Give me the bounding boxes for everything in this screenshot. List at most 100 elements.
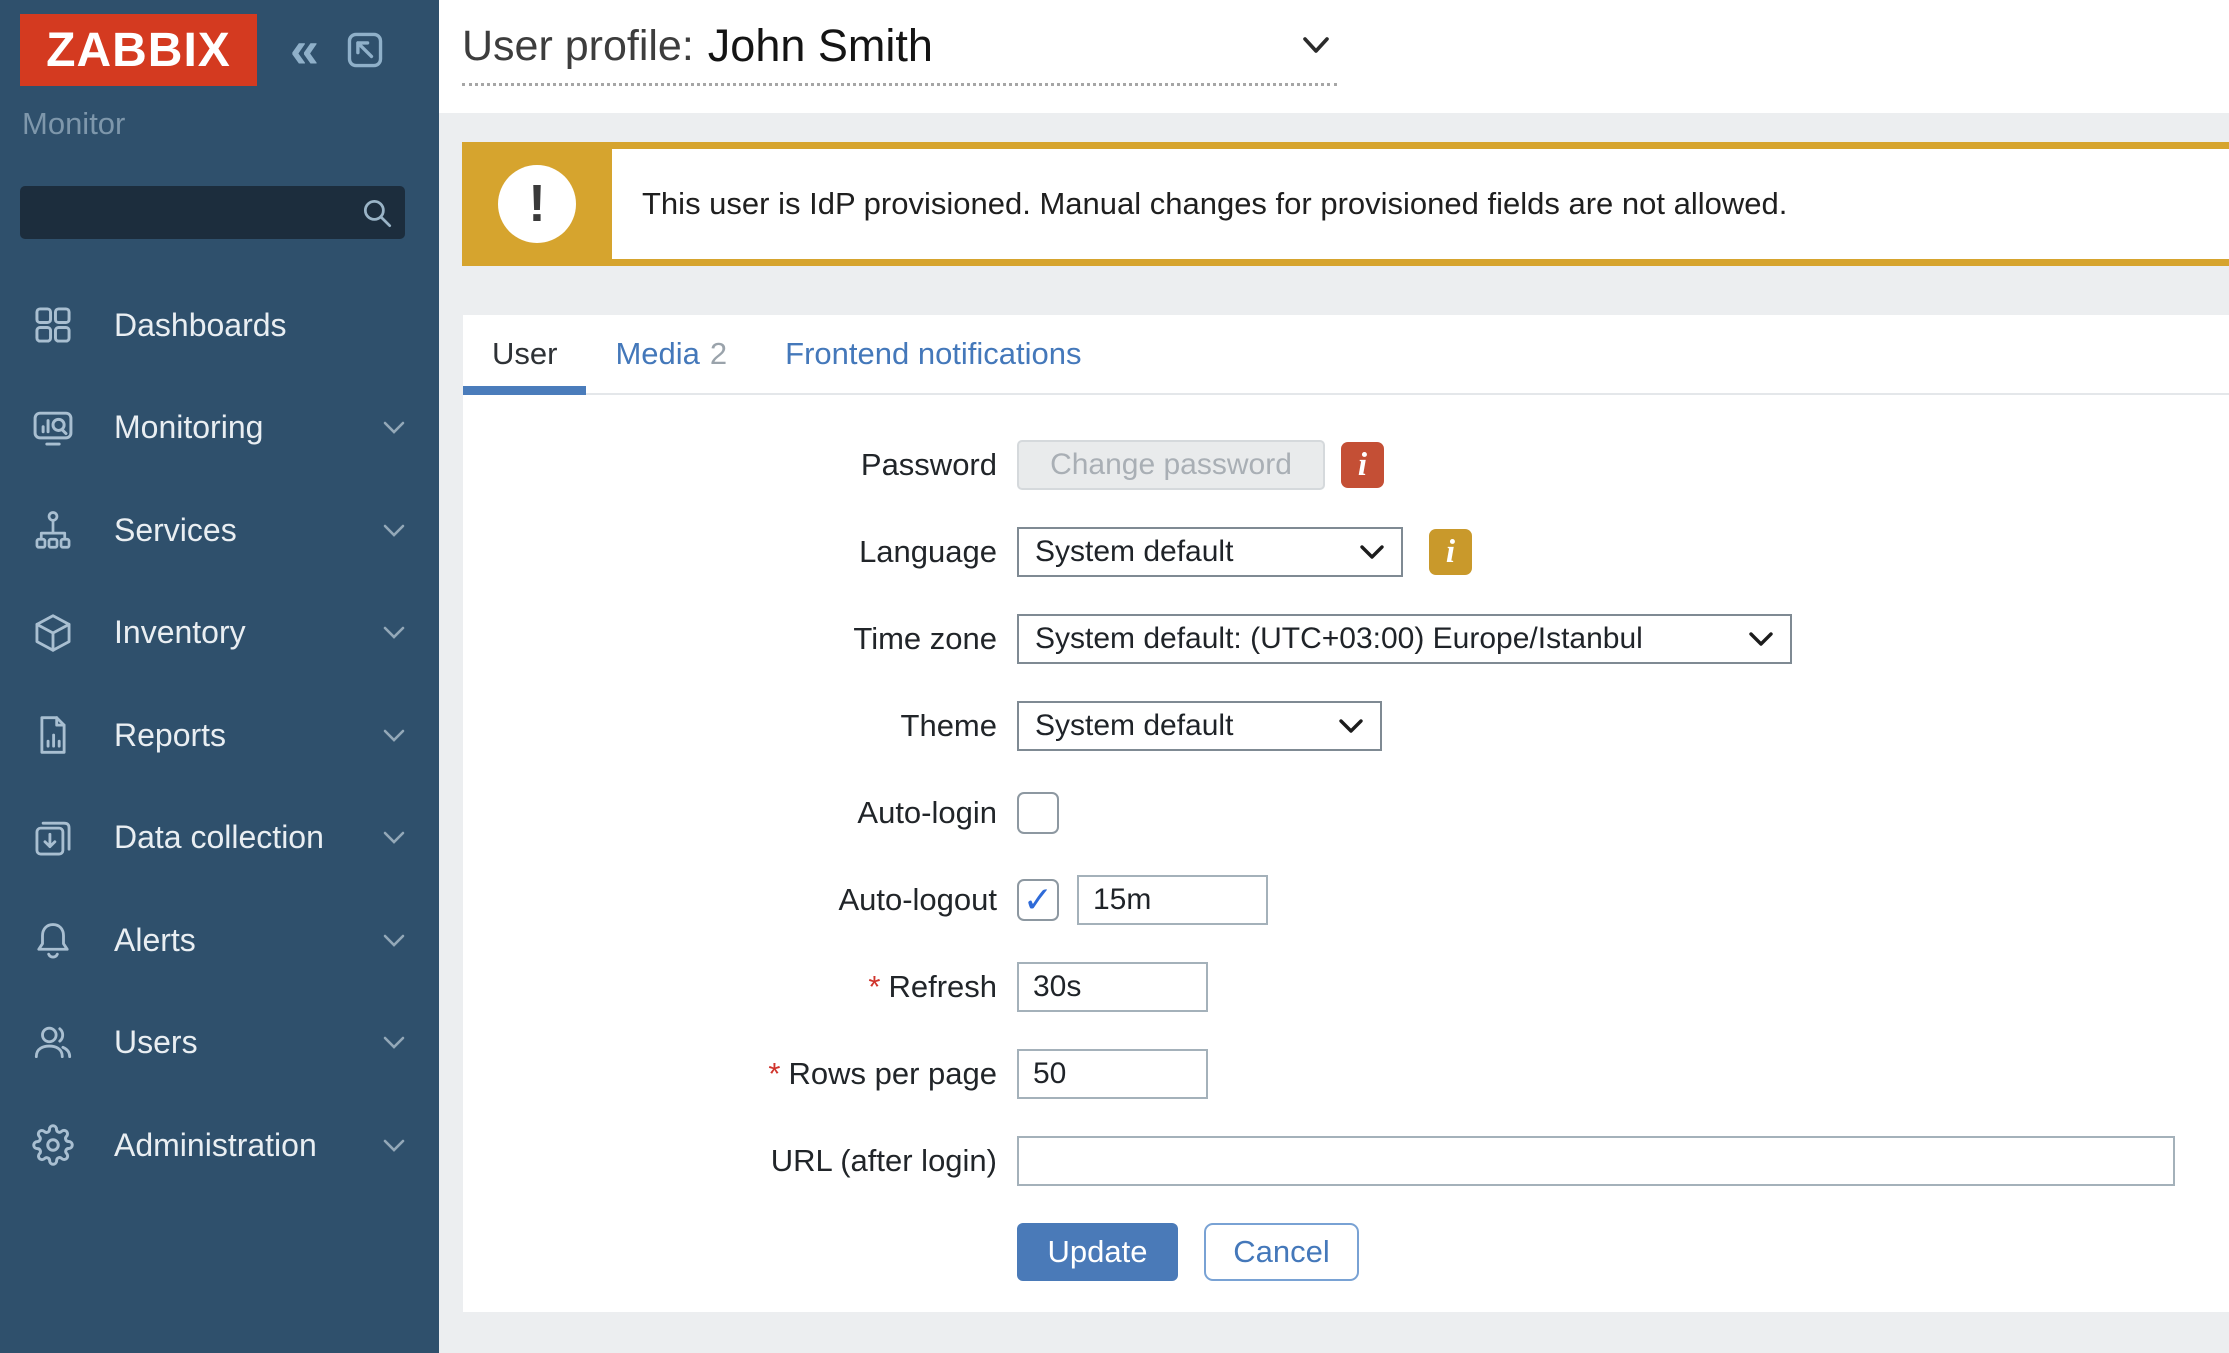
refresh-label-text: Refresh xyxy=(888,969,997,1004)
tab-bar: User Media 2 Frontend notifications xyxy=(463,315,2229,395)
sidebar-search xyxy=(20,186,405,239)
sidebar-item-label: Data collection xyxy=(114,819,324,856)
sidebar-item-monitoring[interactable]: Monitoring xyxy=(0,377,439,480)
cancel-button[interactable]: Cancel xyxy=(1204,1223,1359,1281)
timezone-label: Time zone xyxy=(463,621,997,657)
collapse-sidebar-icon[interactable]: « xyxy=(290,26,319,74)
page-title-prefix: User profile: xyxy=(462,22,694,71)
form-actions-row: Update Cancel xyxy=(463,1223,2229,1281)
url-row: URL (after login) xyxy=(463,1136,2229,1186)
select-chevron-icon xyxy=(1748,631,1774,647)
inventory-icon xyxy=(30,612,76,654)
autologin-row: Auto-login xyxy=(463,788,2229,838)
rows-per-page-label-text: Rows per page xyxy=(788,1056,997,1091)
chevron-down-icon xyxy=(383,729,405,742)
search-input[interactable] xyxy=(20,186,366,239)
sidebar-item-inventory[interactable]: Inventory xyxy=(0,582,439,685)
autologin-checkbox[interactable] xyxy=(1017,792,1059,834)
required-mark: * xyxy=(768,1056,780,1091)
sidebar-item-alerts[interactable]: Alerts xyxy=(0,889,439,992)
sidebar: ZABBIX « Monitor xyxy=(0,0,439,1353)
autologin-label: Auto-login xyxy=(463,795,997,831)
sidebar-server-name: Monitor xyxy=(22,106,125,142)
sidebar-item-reports[interactable]: Reports xyxy=(0,684,439,787)
autologout-label: Auto-logout xyxy=(463,882,997,918)
autologout-row: Auto-logout ✓ xyxy=(463,875,2229,925)
password-row: Password Change password i xyxy=(463,440,2229,490)
chevron-down-icon xyxy=(383,934,405,947)
language-select[interactable]: System default xyxy=(1017,527,1403,577)
sidebar-item-label: Administration xyxy=(114,1127,317,1164)
sidebar-item-users[interactable]: Users xyxy=(0,992,439,1095)
page-title-username: John Smith xyxy=(708,20,933,72)
sidebar-menu: Dashboards Monitoring xyxy=(0,274,439,1197)
refresh-label: *Refresh xyxy=(463,969,997,1005)
sidebar-item-label: Inventory xyxy=(114,614,246,651)
sidebar-item-label: Services xyxy=(114,512,237,549)
chevron-down-icon xyxy=(383,1036,405,1049)
zabbix-user-profile-page: ZABBIX « Monitor xyxy=(0,0,2229,1353)
page-title: User profile: John Smith xyxy=(462,20,1337,86)
timezone-row: Time zone System default: (UTC+03:00) Eu… xyxy=(463,614,2229,664)
refresh-row: *Refresh xyxy=(463,962,2229,1012)
bell-icon xyxy=(30,919,76,961)
sidebar-controls: « xyxy=(290,26,387,74)
tab-media[interactable]: Media 2 xyxy=(586,315,756,393)
required-mark: * xyxy=(868,969,880,1004)
chevron-down-icon xyxy=(383,524,405,537)
sidebar-item-label: Users xyxy=(114,1024,198,1061)
update-button[interactable]: Update xyxy=(1017,1223,1178,1281)
tab-label: User xyxy=(492,336,557,372)
refresh-input[interactable] xyxy=(1017,962,1208,1012)
exclamation-icon: ! xyxy=(498,165,576,243)
theme-row: Theme System default xyxy=(463,701,2229,751)
autologout-input[interactable] xyxy=(1077,875,1268,925)
checkmark-icon: ✓ xyxy=(1023,882,1053,918)
theme-label: Theme xyxy=(463,708,997,744)
sidebar-item-data-collection[interactable]: Data collection xyxy=(0,787,439,890)
language-label: Language xyxy=(463,534,997,570)
zabbix-logo[interactable]: ZABBIX xyxy=(20,14,257,86)
media-count-badge: 2 xyxy=(710,336,727,372)
theme-select[interactable]: System default xyxy=(1017,701,1382,751)
language-select-value: System default xyxy=(1035,535,1233,569)
sidebar-item-services[interactable]: Services xyxy=(0,479,439,582)
user-profile-panel: User Media 2 Frontend notifications Pass… xyxy=(463,315,2229,1312)
password-info-icon[interactable]: i xyxy=(1341,442,1384,488)
expand-sidebar-icon[interactable] xyxy=(343,28,387,72)
url-input[interactable] xyxy=(1017,1136,2175,1186)
select-chevron-icon xyxy=(1359,544,1385,560)
sidebar-item-label: Monitoring xyxy=(114,409,263,446)
sidebar-item-administration[interactable]: Administration xyxy=(0,1094,439,1197)
reports-icon xyxy=(30,714,76,756)
password-label: Password xyxy=(463,447,997,483)
timezone-select-value: System default: (UTC+03:00) Europe/Istan… xyxy=(1035,622,1643,656)
change-password-button[interactable]: Change password xyxy=(1017,440,1325,490)
timezone-select[interactable]: System default: (UTC+03:00) Europe/Istan… xyxy=(1017,614,1792,664)
chevron-down-icon xyxy=(383,626,405,639)
dashboards-icon xyxy=(30,304,76,346)
search-icon[interactable] xyxy=(359,195,395,231)
tab-frontend-notifications[interactable]: Frontend notifications xyxy=(756,315,1110,393)
data-collection-icon xyxy=(30,817,76,859)
language-info-icon[interactable]: i xyxy=(1429,529,1472,575)
tab-label: Frontend notifications xyxy=(785,336,1081,372)
rows-per-page-row: *Rows per page xyxy=(463,1049,2229,1099)
title-menu-chevron-icon[interactable] xyxy=(1299,35,1337,57)
tab-user[interactable]: User xyxy=(463,315,586,393)
chevron-down-icon xyxy=(383,1139,405,1152)
warning-icon-block: ! xyxy=(462,149,612,259)
sidebar-item-label: Reports xyxy=(114,717,226,754)
chevron-down-icon xyxy=(383,831,405,844)
services-icon xyxy=(30,509,76,551)
rows-per-page-input[interactable] xyxy=(1017,1049,1208,1099)
chevron-down-icon xyxy=(383,421,405,434)
autologout-checkbox[interactable]: ✓ xyxy=(1017,879,1059,921)
page-header: User profile: John Smith xyxy=(439,0,2229,113)
tab-label: Media xyxy=(615,336,699,372)
sidebar-item-label: Alerts xyxy=(114,922,196,959)
users-icon xyxy=(30,1022,76,1064)
sidebar-item-dashboards[interactable]: Dashboards xyxy=(0,274,439,377)
language-row: Language System default i xyxy=(463,527,2229,577)
idp-warning-banner: ! This user is IdP provisioned. Manual c… xyxy=(462,142,2229,266)
